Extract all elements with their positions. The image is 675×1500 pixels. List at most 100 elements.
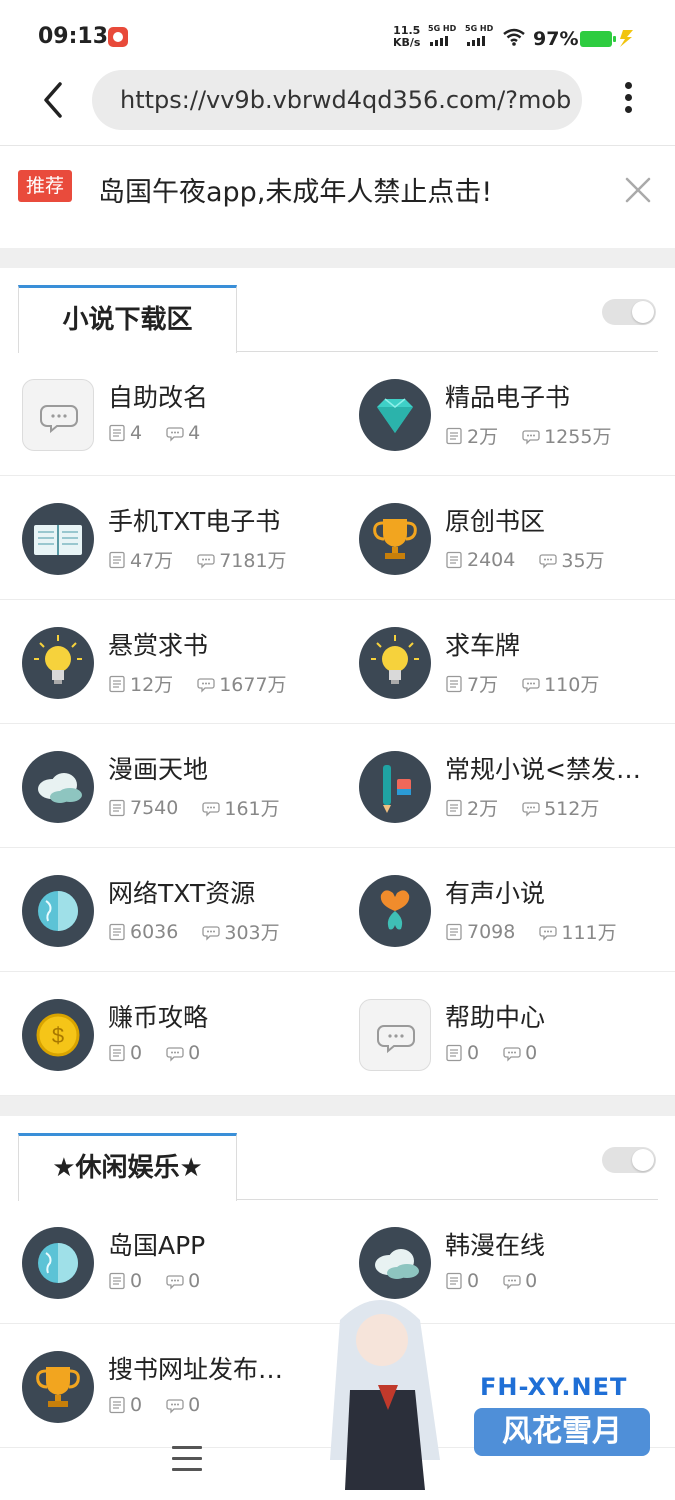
forum-name[interactable]: 韩漫在线 bbox=[445, 1226, 545, 1262]
posts-icon bbox=[166, 427, 184, 442]
forum-name[interactable]: 手机TXT电子书 bbox=[108, 502, 280, 538]
forum-item[interactable]: 精品电子书 2万 1255万 bbox=[337, 352, 674, 476]
posts-icon bbox=[197, 677, 215, 693]
forum-name[interactable]: 精品电子书 bbox=[445, 378, 570, 414]
section-header-novels: 小说下载区 bbox=[18, 285, 658, 355]
thread-count: 0 bbox=[130, 1042, 143, 1064]
posts-icon bbox=[166, 1275, 184, 1290]
globe-icon bbox=[22, 1227, 94, 1299]
forum-stats: 7540 161万 bbox=[108, 794, 280, 821]
post-count: 111万 bbox=[561, 922, 617, 944]
pencil-icon bbox=[359, 751, 431, 823]
threads-icon bbox=[109, 1396, 125, 1414]
thread-count: 2404 bbox=[467, 548, 516, 571]
forum-row: 自助改名 4 4 精品电子书 2万 1255万 bbox=[0, 352, 675, 476]
url-bar[interactable]: https://vv9b.vbrwd4qd356.com/?mob bbox=[92, 70, 582, 130]
forum-name[interactable]: 搜书网址发布… bbox=[108, 1350, 283, 1386]
chat-bubble-icon bbox=[359, 999, 431, 1071]
forum-stats: 7万 110万 bbox=[445, 670, 599, 697]
forum-name[interactable]: 漫画天地 bbox=[108, 750, 208, 786]
forum-item[interactable]: 帮助中心 0 0 bbox=[337, 972, 674, 1096]
globe-icon bbox=[22, 875, 94, 947]
status-bar: 09:13 11.5 KB/s 5G HD 5G HD 97% bbox=[0, 0, 675, 70]
recommend-banner[interactable]: 推荐 岛国午夜app,未成年人禁止点击! bbox=[0, 146, 675, 248]
thread-count: 0 bbox=[130, 1394, 143, 1416]
coin-icon: $ bbox=[22, 999, 94, 1071]
forum-item[interactable]: 求车牌 7万 110万 bbox=[337, 600, 674, 724]
forum-stats: 00 bbox=[108, 1270, 200, 1292]
forum-stats: 7098 111万 bbox=[445, 918, 617, 945]
signal-1-label: 5G HD bbox=[428, 24, 457, 33]
forum-item[interactable]: 搜书网址发布… 0 0 bbox=[0, 1324, 337, 1448]
forum-item[interactable]: 有声小说 7098 111万 bbox=[337, 848, 674, 972]
network-speed-unit: KB/s bbox=[393, 36, 421, 49]
forum-stats: 2万 1255万 bbox=[445, 422, 611, 449]
posts-icon bbox=[197, 553, 215, 569]
forum-name[interactable]: 有声小说 bbox=[445, 874, 545, 910]
more-options-icon[interactable] bbox=[620, 82, 636, 118]
section-collapse-toggle[interactable] bbox=[602, 299, 656, 325]
section-title-novels[interactable]: 小说下载区 bbox=[18, 285, 237, 353]
threads-icon bbox=[446, 1044, 462, 1062]
forum-stats: 2万 512万 bbox=[445, 794, 599, 821]
forum-stats: 00 bbox=[108, 1394, 200, 1416]
forum-stats: 47万 7181万 bbox=[108, 546, 287, 573]
thread-count: 7540 bbox=[130, 796, 179, 819]
thread-count: 7098 bbox=[467, 920, 516, 943]
post-count: 110万 bbox=[544, 674, 600, 696]
posts-icon bbox=[539, 553, 558, 569]
forum-item[interactable]: 原创书区 2404 35万 bbox=[337, 476, 674, 600]
forum-row: $ 赚币攻略 0 0 帮助中心 0 0 bbox=[0, 972, 675, 1096]
threads-icon bbox=[109, 551, 125, 568]
battery-percent: 97% bbox=[533, 28, 579, 50]
post-count: 303万 bbox=[224, 922, 280, 944]
status-time: 09:13 bbox=[38, 24, 109, 49]
section-collapse-toggle[interactable] bbox=[602, 1147, 656, 1173]
forum-name[interactable]: 悬赏求书 bbox=[108, 626, 208, 662]
threads-icon bbox=[109, 1272, 125, 1290]
forum-name[interactable]: 求车牌 bbox=[445, 626, 520, 662]
forum-name[interactable]: 赚币攻略 bbox=[108, 998, 208, 1034]
thread-count: 7万 bbox=[467, 674, 499, 696]
threads-icon bbox=[446, 551, 462, 568]
forum-item[interactable]: 常规小说<禁发… 2万 512万 bbox=[337, 724, 674, 848]
posts-icon bbox=[166, 1399, 184, 1414]
forum-item[interactable]: 漫画天地 7540 161万 bbox=[0, 724, 337, 848]
forum-name[interactable]: 网络TXT资源 bbox=[108, 874, 255, 910]
banner-text[interactable]: 岛国午夜app,未成年人禁止点击! bbox=[98, 170, 492, 209]
posts-icon bbox=[503, 1047, 521, 1062]
close-icon[interactable] bbox=[624, 176, 652, 204]
post-count: 35万 bbox=[561, 550, 605, 572]
post-count: 512万 bbox=[544, 798, 600, 820]
posts-icon bbox=[202, 801, 221, 817]
forum-item[interactable]: 岛国APP 0 0 bbox=[0, 1200, 337, 1324]
thread-count: 4 bbox=[130, 422, 143, 444]
forum-name[interactable]: 帮助中心 bbox=[445, 998, 545, 1034]
forum-name[interactable]: 常规小说<禁发… bbox=[445, 750, 641, 786]
wifi-icon bbox=[503, 28, 525, 46]
section-title-leisure[interactable]: ★休闲娱乐★ bbox=[18, 1133, 237, 1201]
thread-count: 47万 bbox=[130, 550, 174, 572]
trophy-icon bbox=[359, 503, 431, 575]
forum-stats: 6036 303万 bbox=[108, 918, 280, 945]
signal-1-icon: 5G HD bbox=[428, 24, 456, 48]
forum-item[interactable]: 网络TXT资源 6036 303万 bbox=[0, 848, 337, 972]
hamburger-menu-icon[interactable] bbox=[172, 1446, 202, 1472]
chat-bubble-icon bbox=[22, 379, 94, 451]
forum-item[interactable]: 自助改名 4 4 bbox=[0, 352, 337, 476]
svg-text:$: $ bbox=[52, 1023, 64, 1048]
forum-item[interactable]: $ 赚币攻略 0 0 bbox=[0, 972, 337, 1096]
lightbulb-icon bbox=[359, 627, 431, 699]
trophy-icon bbox=[22, 1351, 94, 1423]
forum-name[interactable]: 原创书区 bbox=[445, 502, 545, 538]
thread-count: 0 bbox=[467, 1042, 480, 1064]
post-count: 4 bbox=[188, 422, 201, 444]
thread-count: 6036 bbox=[130, 920, 179, 943]
forum-item[interactable]: 悬赏求书 12万 1677万 bbox=[0, 600, 337, 724]
forum-stats: 12万 1677万 bbox=[108, 670, 287, 697]
back-arrow-icon[interactable] bbox=[38, 80, 68, 120]
forum-name[interactable]: 自助改名 bbox=[108, 378, 208, 414]
forum-name[interactable]: 岛国APP bbox=[108, 1226, 205, 1262]
forum-item[interactable]: 手机TXT电子书 47万 7181万 bbox=[0, 476, 337, 600]
forum-stats: 00 bbox=[445, 1042, 537, 1064]
